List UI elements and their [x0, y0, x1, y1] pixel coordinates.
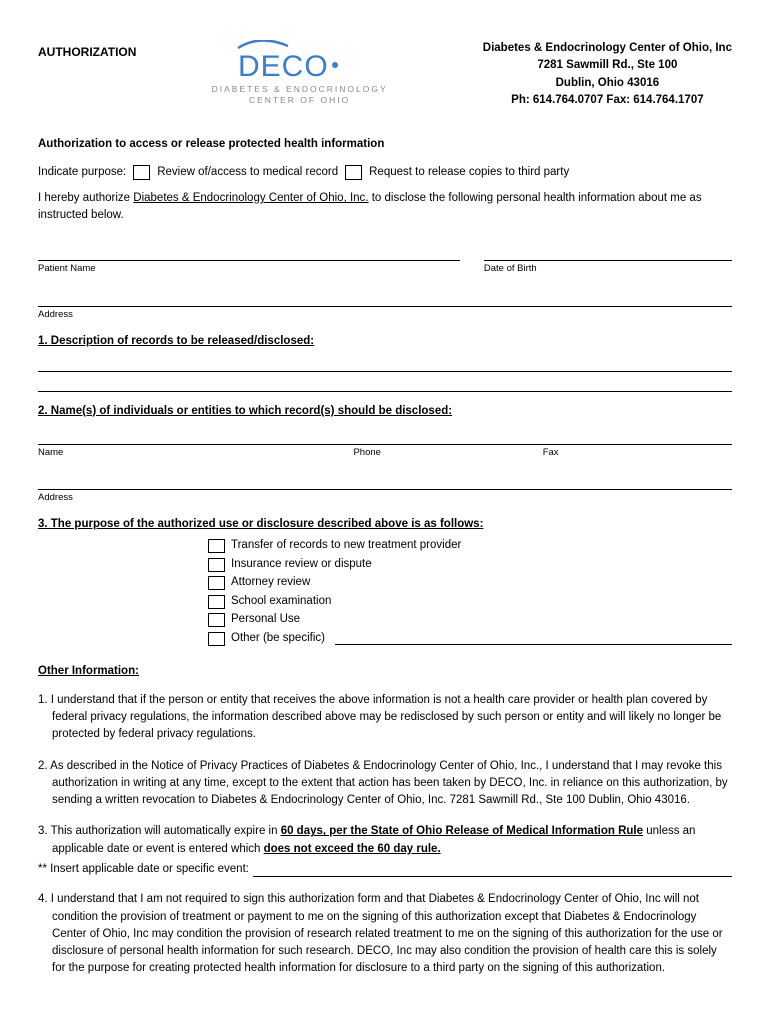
address-input[interactable] — [38, 289, 732, 307]
i3-bold2: does not exceed the 60 day rule. — [264, 843, 441, 855]
purpose-school: School examination — [231, 594, 331, 610]
address-label: Address — [38, 309, 732, 322]
patient-name-label: Patient Name — [38, 263, 460, 276]
logo-subtitle-2: CENTER OF OHIO — [212, 95, 388, 106]
name-phone-fax-labels: Name Phone Fax — [38, 447, 732, 460]
phone-label: Phone — [353, 447, 542, 460]
purpose-other: Other (be specific) — [231, 631, 325, 647]
disclosee-address-label: Address — [38, 492, 732, 505]
section-3-heading: 3. The purpose of the authorized use or … — [38, 517, 732, 533]
purpose-insurance: Insurance review or dispute — [231, 557, 372, 573]
auth-pre: I hereby authorize — [38, 192, 133, 204]
records-description-line-1[interactable] — [38, 356, 732, 372]
checkbox-personal[interactable] — [208, 613, 225, 627]
purpose-attorney: Attorney review — [231, 575, 310, 591]
org-addr1: 7281 Sawmill Rd., Ste 100 — [483, 57, 732, 74]
section-1-heading: 1. Description of records to be released… — [38, 334, 732, 350]
info-item-1: 1. I understand that if the person or en… — [38, 692, 732, 744]
deco-logo-icon: DECO — [230, 40, 370, 82]
disclosee-line[interactable] — [38, 425, 732, 445]
logo-subtitle-1: DIABETES & ENDOCRINOLOGY — [212, 84, 388, 95]
dob-label: Date of Birth — [484, 263, 732, 276]
org-phones: Ph: 614.764.0707 Fax: 614.764.1707 — [483, 92, 732, 109]
org-addr2: Dublin, Ohio 43016 — [483, 75, 732, 92]
checkbox-transfer[interactable] — [208, 539, 225, 553]
info-item-3: 3. This authorization will automatically… — [38, 823, 732, 858]
purpose-list: Transfer of records to new treatment pro… — [208, 538, 732, 646]
doc-type-label: AUTHORIZATION — [38, 40, 136, 60]
section-2-heading: 2. Name(s) of individuals or entities to… — [38, 404, 732, 420]
patient-dob-row: Patient Name Date of Birth — [38, 243, 732, 288]
info-item-2: 2. As described in the Notice of Privacy… — [38, 758, 732, 810]
other-info-heading: Other Information: — [38, 664, 732, 680]
checkbox-attorney[interactable] — [208, 576, 225, 590]
insert-label: ** Insert applicable date or specific ev… — [38, 862, 249, 878]
name-label: Name — [38, 447, 353, 460]
insert-date-input[interactable] — [253, 863, 732, 877]
checkbox-review-access[interactable] — [133, 165, 150, 180]
header: AUTHORIZATION DECO DIABETES & ENDOCRINOL… — [38, 40, 732, 109]
purpose-opt2: Request to release copies to third party — [369, 165, 569, 181]
insert-date-row: ** Insert applicable date or specific ev… — [38, 862, 732, 878]
dob-input[interactable] — [484, 243, 732, 261]
auth-org: Diabetes & Endocrinology Center of Ohio,… — [133, 192, 368, 204]
records-description-line-2[interactable] — [38, 376, 732, 392]
svg-text:DECO: DECO — [238, 50, 329, 82]
purpose-opt1: Review of/access to medical record — [157, 165, 338, 181]
patient-name-input[interactable] — [38, 243, 460, 261]
form-title: Authorization to access or release prote… — [38, 137, 732, 153]
purpose-transfer: Transfer of records to new treatment pro… — [231, 538, 461, 554]
authorization-statement: I hereby authorize Diabetes & Endocrinol… — [38, 190, 732, 225]
purpose-row: Indicate purpose: Review of/access to me… — [38, 165, 732, 181]
checkbox-school[interactable] — [208, 595, 225, 609]
fax-label: Fax — [543, 447, 732, 460]
org-contact-block: Diabetes & Endocrinology Center of Ohio,… — [483, 40, 732, 109]
info-item-4: 4. I understand that I am not required t… — [38, 891, 732, 977]
purpose-label: Indicate purpose: — [38, 165, 126, 181]
i3-bold1: 60 days, per the State of Ohio Release o… — [281, 825, 643, 837]
purpose-personal: Personal Use — [231, 612, 300, 628]
checkbox-insurance[interactable] — [208, 558, 225, 572]
checkbox-release-copies[interactable] — [345, 165, 362, 180]
i3-pre: 3. This authorization will automatically… — [38, 825, 281, 837]
other-specify-input[interactable] — [335, 633, 732, 645]
org-name: Diabetes & Endocrinology Center of Ohio,… — [483, 40, 732, 57]
disclosee-address-input[interactable] — [38, 472, 732, 490]
logo-block: DECO DIABETES & ENDOCRINOLOGY CENTER OF … — [212, 40, 388, 107]
checkbox-other[interactable] — [208, 632, 225, 646]
